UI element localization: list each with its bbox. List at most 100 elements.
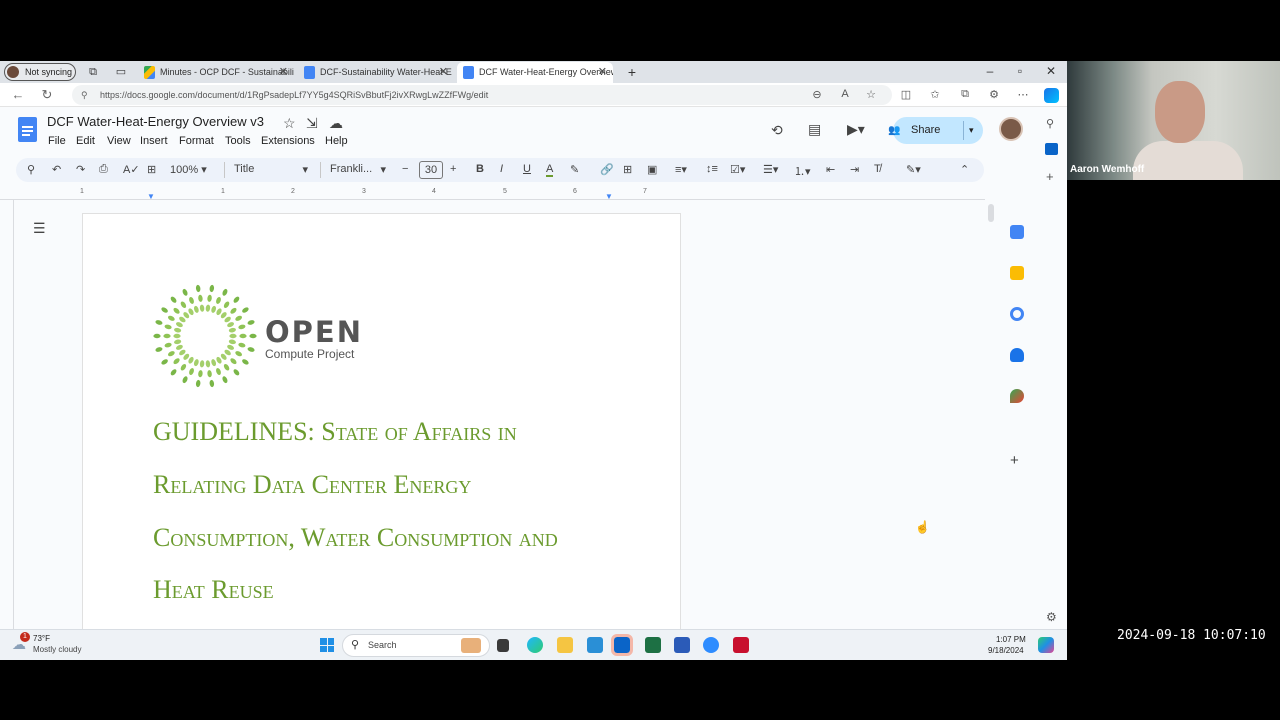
checklist-icon[interactable]: ☑▾: [730, 163, 745, 176]
tasks-icon[interactable]: [1010, 307, 1024, 321]
back-icon[interactable]: ←: [10, 87, 26, 102]
bold-icon[interactable]: B: [476, 163, 484, 175]
search-menus-icon[interactable]: ⚲: [27, 163, 35, 176]
menu-insert[interactable]: Insert: [140, 135, 168, 147]
tab-overview[interactable]: DCF Water-Heat-Energy Overview ✕: [457, 62, 613, 83]
close-tab-icon[interactable]: ✕: [598, 62, 607, 82]
sidebar-add-icon[interactable]: +: [1046, 169, 1054, 184]
share-button[interactable]: 👥 Share ▾: [888, 117, 983, 144]
menu-format[interactable]: Format: [179, 135, 214, 147]
notepad-icon[interactable]: [587, 637, 603, 653]
split-screen-icon[interactable]: ◫: [899, 88, 913, 101]
acrobat-icon[interactable]: [733, 637, 749, 653]
italic-icon[interactable]: I: [500, 163, 503, 175]
workspaces-icon[interactable]: ⧉: [86, 65, 100, 79]
docs-logo-icon[interactable]: [18, 117, 37, 142]
menu-edit[interactable]: Edit: [76, 135, 95, 147]
word-icon[interactable]: [674, 637, 690, 653]
zoom-select[interactable]: 100% ▾: [170, 163, 207, 176]
menu-extensions[interactable]: Extensions: [261, 135, 315, 147]
paint-format-icon[interactable]: ⊞: [147, 163, 156, 176]
user-avatar[interactable]: [999, 117, 1023, 141]
font-select[interactable]: Frankli... ▾: [330, 163, 386, 176]
right-indent-marker[interactable]: ▼: [605, 192, 613, 201]
zoom-icon[interactable]: ⊖: [810, 88, 824, 101]
new-tab-icon[interactable]: +: [625, 65, 639, 79]
comments-icon[interactable]: ▤: [808, 121, 821, 138]
editing-mode-icon[interactable]: ✎▾: [906, 163, 921, 176]
tab-minutes[interactable]: Minutes - OCP DCF - Sustainabili ✕: [138, 62, 294, 83]
tab-actions-icon[interactable]: ▭: [114, 65, 128, 79]
extensions-icon[interactable]: ⚙: [987, 88, 1001, 101]
insert-image-icon[interactable]: ▣: [647, 163, 657, 176]
numbered-list-icon[interactable]: ⒈▾: [794, 163, 811, 179]
increase-font-icon[interactable]: +: [450, 163, 456, 175]
menu-tools[interactable]: Tools: [225, 135, 251, 147]
line-spacing-icon[interactable]: ↕≡: [706, 163, 718, 175]
clear-formatting-icon[interactable]: T̸: [874, 163, 881, 175]
increase-indent-icon[interactable]: ⇥: [850, 163, 859, 176]
tab-sustainability[interactable]: DCF-Sustainability Water-Heat-E ✕: [298, 62, 454, 83]
align-icon[interactable]: ≡▾: [675, 163, 687, 176]
highlight-icon[interactable]: ✎: [570, 163, 579, 176]
windows-start-icon[interactable]: [320, 638, 334, 652]
outlook-icon[interactable]: [1045, 143, 1058, 155]
read-aloud-icon[interactable]: A: [838, 88, 852, 100]
document-title[interactable]: DCF Water-Heat-Energy Overview v3: [47, 114, 264, 129]
document-page[interactable]: OPEN Compute Project GUIDELINES: State o…: [82, 213, 681, 660]
font-size-input[interactable]: 30: [419, 161, 443, 179]
maps-icon[interactable]: [1010, 389, 1024, 403]
file-explorer-icon[interactable]: [557, 637, 573, 653]
close-tab-icon[interactable]: ✕: [279, 62, 288, 82]
sidebar-search-icon[interactable]: ⚲: [1046, 117, 1054, 130]
text-color-icon[interactable]: A: [546, 163, 554, 177]
excel-icon[interactable]: [645, 637, 661, 653]
left-indent-marker[interactable]: ▼: [147, 192, 155, 201]
restore-icon[interactable]: ▫: [1012, 64, 1028, 78]
share-dropdown-icon[interactable]: ▾: [969, 117, 974, 144]
outlook-app-icon[interactable]: [611, 634, 633, 656]
keep-icon[interactable]: [1010, 266, 1024, 280]
redo-icon[interactable]: ↷: [76, 163, 85, 176]
favorite-icon[interactable]: ☆: [864, 88, 878, 101]
more-icon[interactable]: ⋯: [1016, 88, 1030, 101]
calendar-icon[interactable]: [1010, 225, 1024, 239]
copilot-icon[interactable]: [1044, 88, 1059, 103]
close-window-icon[interactable]: ✕: [1043, 64, 1059, 78]
meet-icon[interactable]: ▶▾: [847, 121, 865, 138]
move-icon[interactable]: ⇲: [306, 115, 318, 132]
minimize-icon[interactable]: –: [982, 64, 998, 78]
taskbar-search[interactable]: ⚲ Search: [342, 634, 490, 657]
site-info-icon[interactable]: ⚲: [81, 85, 88, 105]
cloud-status-icon[interactable]: ☁: [329, 115, 343, 132]
print-icon[interactable]: ⎙: [99, 163, 108, 176]
contacts-icon[interactable]: [1010, 348, 1024, 362]
task-view-icon[interactable]: [497, 639, 509, 652]
vertical-scrollbar[interactable]: [988, 204, 994, 222]
profile-button[interactable]: Not syncing: [4, 63, 76, 81]
reload-icon[interactable]: ↻: [39, 87, 55, 103]
bulleted-list-icon[interactable]: ☰▾: [763, 163, 778, 176]
menu-help[interactable]: Help: [325, 135, 348, 147]
version-history-icon[interactable]: ⟲: [771, 122, 783, 139]
star-icon[interactable]: ☆: [283, 115, 296, 132]
add-addon-icon[interactable]: +: [1010, 452, 1019, 469]
undo-icon[interactable]: ↶: [52, 163, 61, 176]
collapse-toolbar-icon[interactable]: ⌃: [960, 163, 969, 176]
decrease-indent-icon[interactable]: ⇤: [826, 163, 835, 176]
add-comment-icon[interactable]: ⊞: [623, 163, 632, 176]
menu-view[interactable]: View: [107, 135, 131, 147]
sidebar-settings-icon[interactable]: ⚙: [1046, 610, 1057, 624]
taskbar-date[interactable]: 9/18/2024: [988, 646, 1024, 655]
close-tab-icon[interactable]: ✕: [439, 62, 448, 82]
collections-icon[interactable]: ⧉: [958, 88, 972, 101]
style-select[interactable]: Title ▾: [234, 163, 308, 176]
zoom-app-icon[interactable]: [703, 637, 719, 653]
spellcheck-icon[interactable]: A✓: [123, 163, 140, 176]
document-outline-icon[interactable]: ☰: [33, 220, 46, 237]
url-field[interactable]: ⚲ https://docs.google.com/document/d/1Rg…: [72, 85, 892, 105]
menu-file[interactable]: File: [48, 135, 66, 147]
taskbar-time[interactable]: 1:07 PM: [996, 635, 1026, 644]
decrease-font-icon[interactable]: −: [402, 163, 408, 175]
favorites-icon[interactable]: ✩: [928, 88, 942, 101]
